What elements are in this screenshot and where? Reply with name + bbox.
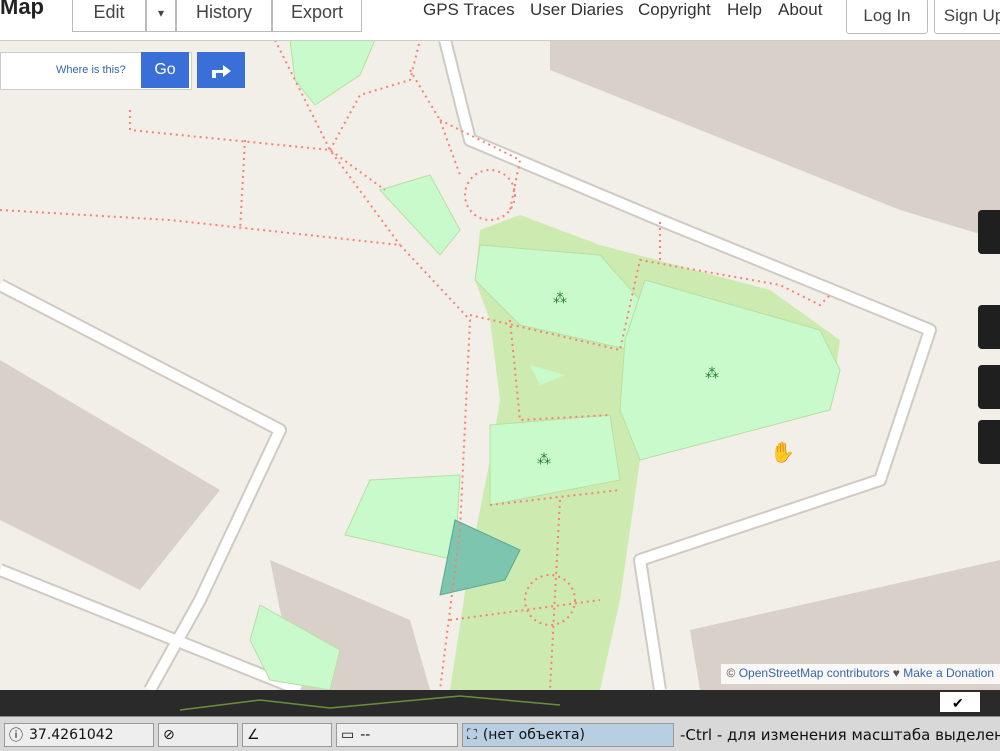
edit-dropdown-button[interactable]: ▾ — [146, 0, 176, 32]
login-button[interactable]: Log In — [846, 0, 928, 34]
zoom-tool-button[interactable] — [978, 210, 1000, 254]
compass-icon: ⊘ — [163, 727, 175, 743]
map-canvas[interactable]: ⁂ ⁂ ⁂ — [0, 0, 1000, 690]
check-icon: ✔ — [952, 695, 964, 711]
browser-viewport: ⁂ ⁂ ⁂ Map Edit ▾ History Export GPS Trac… — [0, 0, 1000, 690]
go-button[interactable]: Go — [141, 52, 189, 88]
nav-about[interactable]: About — [778, 0, 822, 20]
angle-field: ∠ — [242, 723, 332, 747]
tree-marker-icon: ⁂ — [537, 452, 551, 468]
top-navigation-bar: Map Edit ▾ History Export GPS Traces Use… — [0, 0, 1000, 41]
nav-help[interactable]: Help — [727, 0, 762, 20]
search-placeholder: Where is this? — [56, 64, 126, 76]
export-button[interactable]: Export — [272, 0, 362, 32]
ruler-icon: ▭ — [341, 727, 355, 743]
history-button[interactable]: History — [176, 0, 272, 32]
angle-icon: ∠ — [247, 727, 260, 743]
josm-map-preview: ✔ — [179, 692, 980, 712]
attribution-prefix: © — [726, 666, 739, 680]
distance-value: -- — [360, 727, 371, 743]
nav-gps-traces[interactable]: GPS Traces — [423, 0, 515, 20]
tree-marker-icon: ⁂ — [705, 366, 719, 382]
site-logo[interactable]: Map — [0, 0, 44, 20]
map-attribution: © OpenStreetMap contributors ♥ Make a Do… — [720, 664, 1000, 684]
selection-field: ⛶ (нет объекта) — [462, 723, 674, 747]
hand-cursor-icon: ✋ — [770, 442, 795, 464]
coordinate-value: 37.4261042 — [29, 727, 114, 743]
coordinate-field: ⓘ 37.4261042 — [4, 723, 154, 747]
share-tool-button[interactable] — [978, 420, 1000, 464]
layers-tool-button[interactable] — [978, 365, 1000, 409]
distance-field: ▭ -- — [336, 723, 458, 747]
info-icon: ⓘ — [9, 728, 23, 744]
osm-contributors-link[interactable]: OpenStreetMap contributors — [739, 666, 890, 680]
heading-field: ⊘ — [158, 723, 238, 747]
selection-icon: ⛶ — [467, 727, 477, 743]
directions-button[interactable] — [197, 52, 245, 88]
directions-icon — [212, 65, 231, 78]
attribution-heart: ♥ — [889, 666, 904, 680]
donate-link[interactable]: Make a Donation — [903, 666, 994, 680]
nav-user-diaries[interactable]: User Diaries — [530, 0, 624, 20]
edit-button[interactable]: Edit — [72, 0, 146, 32]
nav-copyright[interactable]: Copyright — [638, 0, 711, 20]
locate-tool-button[interactable] — [978, 305, 1000, 349]
selection-value: (нет объекта) — [482, 727, 586, 743]
status-hint: -Ctrl - для изменения масштаба выделенн — [680, 726, 1000, 744]
signup-button[interactable]: Sign Up — [934, 0, 1000, 34]
tree-marker-icon: ⁂ — [553, 291, 567, 307]
chevron-down-icon: ▾ — [157, 5, 165, 20]
josm-status-bar: ⓘ 37.4261042 ⊘ ∠ ▭ -- ⛶ (нет объекта) -C… — [0, 716, 1000, 751]
